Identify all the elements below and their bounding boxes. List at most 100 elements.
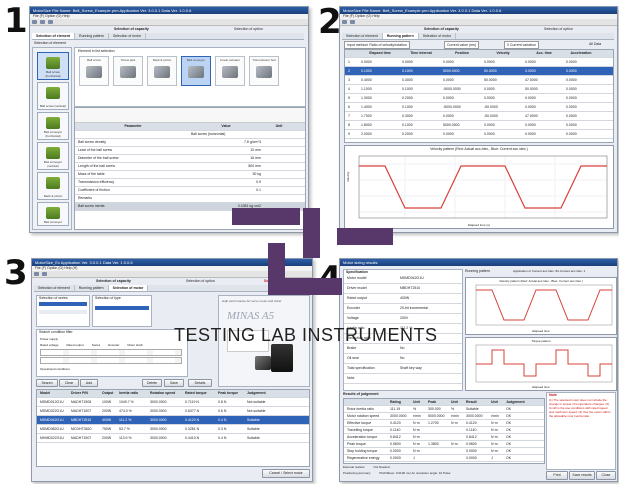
tab-element[interactable]: Selection of element (342, 33, 383, 39)
select-motor-button[interactable]: Cancel / Select motor (262, 469, 310, 478)
palette-item-4[interactable]: Linear actuator (215, 56, 245, 86)
open-file-icon[interactable] (342, 20, 347, 24)
tab-running-pattern[interactable]: Running pattern (75, 285, 109, 291)
table-row[interactable]: Rated output 400W (344, 294, 462, 304)
open-file-icon[interactable] (32, 20, 37, 24)
sidebar-item-5[interactable]: Belt conveyor (37, 202, 69, 226)
sidebar-item-4[interactable]: Rack & pinion (37, 172, 69, 200)
sidebar-item-1[interactable]: Ball screw (vertical) (37, 82, 69, 110)
search-button[interactable]: Search (36, 379, 58, 387)
palette-item-5[interactable]: Transmission belt (249, 56, 279, 86)
table-row[interactable]: Regenerative energy 0.0000 J 0.0000 J OK (344, 455, 544, 462)
cell-value: 10 mm (250, 148, 261, 152)
table-row[interactable]: Ball screw density 7.8 g/cm^3 (75, 139, 305, 147)
all-data-label: All Data (589, 42, 602, 46)
tab-running-pattern[interactable]: Running pattern (75, 33, 109, 39)
table-row[interactable]: Peak torque 0.9600 N·m 1.3800 N·m 0.9600 N·m OK (344, 441, 544, 448)
toolbar (30, 19, 308, 26)
external-resistor-row: External resistor Not Needed (343, 465, 390, 469)
table-row[interactable]: Coefficient of friction 0.1 (75, 187, 305, 195)
table-cell: 200W (102, 436, 112, 440)
tab-running-pattern[interactable]: Running pattern (382, 33, 419, 39)
table-row[interactable]: 5 1.3000 0.2000 0.0000 0.0000 0.0000 0.0000 (345, 94, 613, 103)
type-listbox[interactable] (95, 302, 149, 320)
sidebar-item-2[interactable]: Belt conveyor (horizontal) (37, 112, 69, 140)
print-button[interactable]: Print (546, 471, 568, 480)
screw-jack-icon (120, 66, 136, 78)
table-row[interactable]: Total specification Shaft key way (344, 364, 462, 374)
table-cell: 0.0000 (566, 132, 577, 136)
table-row[interactable]: Voltage 200V (344, 314, 462, 324)
table-row[interactable]: MSMD012G1U MADHT1505 100W 1049.7 % 3000.0000… (37, 398, 309, 407)
series-listbox[interactable] (39, 302, 87, 320)
save-icon[interactable] (40, 20, 45, 24)
table-row[interactable]: 6 1.4000 0.1000 -5000.0000 -50.0000 0.0000 0.0… (345, 103, 613, 112)
table-row[interactable]: 2 0.1000 0.1000 5000.0000 50.0000 0.0000 0.000… (345, 67, 613, 76)
palette-item-3[interactable]: Belt conveyor (181, 56, 211, 86)
table-row[interactable]: Driver model MBDHT2510 (344, 284, 462, 294)
add-button[interactable]: Add (80, 379, 98, 387)
table-cell: Effective torque (347, 421, 372, 425)
palette-item-0[interactable]: Ball screw (79, 56, 109, 86)
header-capacity: Selection of capacity (424, 27, 459, 31)
table-row[interactable]: Motor model MSMD042G1U (344, 274, 462, 284)
table-row[interactable]: 4 1.1000 0.1000 -5000.0000 0.0000 50.0000 0.00… (345, 85, 613, 94)
table-row[interactable]: Encoder 20-bit incremental (344, 304, 462, 314)
clear-button[interactable]: Clear (59, 379, 79, 387)
toolbar (340, 19, 617, 26)
palette-item-2[interactable]: Rack & pinion (147, 56, 177, 86)
variation-select[interactable]: 0 Current variation (504, 41, 539, 49)
table-row[interactable]: 8 1.8000 0.1000 5000.0000 0.0000 0.0000 0.0000 (345, 121, 613, 130)
palette-item-label: Linear actuator (219, 58, 240, 62)
input-method-select[interactable]: Input method: Ratio of velocity/rotation (344, 41, 410, 49)
sidebar-item-0[interactable]: Ball screw (horizontal) (37, 52, 69, 80)
table-row[interactable]: MHMD022G1U MADHT1507 200W 113.9 % 3000.0000 0… (37, 434, 309, 443)
save-button[interactable]: Save (164, 379, 184, 387)
table-row[interactable]: MSMD042G1U MBDHT2510 400W 111.2 % 3000.0000 0… (37, 416, 309, 425)
table-row[interactable]: Acceleration torque 0.8412 N·m 0.8412 N·m OK (344, 434, 544, 441)
details-button[interactable]: Details (188, 379, 212, 387)
palette-item-1[interactable]: Screw jack (113, 56, 143, 86)
table-row[interactable]: 9 2.0000 0.2000 0.0000 0.0000 0.0000 0.0000 (345, 130, 613, 139)
tab-motor[interactable]: Selection of motor (108, 285, 149, 291)
table-row[interactable]: Oil seal No (344, 354, 462, 364)
table-cell: 1.3800 (428, 442, 439, 446)
table-row[interactable]: Diameter of the ball screw 16 mm (75, 155, 305, 163)
table-row[interactable]: Effective torque 0.4120 N·m 1.2700 N·m 0.4120… (344, 420, 544, 427)
table-row[interactable]: Ball screw (horizontal) (75, 131, 305, 139)
table-row[interactable]: 3 0.4000 0.3000 0.0000 50.0000 47.0000 0.0000 (345, 76, 613, 85)
sidebar-item-3[interactable]: Belt conveyor (vertical) (37, 142, 69, 170)
save-icon[interactable] (42, 272, 47, 276)
motor-results-table: Model Driver P/N Output Inertia ratio Rotati… (36, 389, 310, 467)
current-value-select[interactable]: Current value (ms) (444, 41, 479, 49)
tab-element[interactable]: Selection of element (32, 33, 76, 39)
table-row[interactable]: MSMD022G1U MADHT1507 200W 474.0 % 3000.0000 0… (37, 407, 309, 416)
table-row[interactable]: Lead of the ball screw 10 mm (75, 147, 305, 155)
table-row[interactable]: Note (344, 374, 462, 384)
filter-dropdowns[interactable] (40, 349, 182, 356)
linear-actuator-icon (222, 66, 238, 78)
cell-label: Mass of the table (78, 172, 105, 176)
table-row[interactable]: Remarks (75, 195, 305, 203)
close-button[interactable]: Close (596, 471, 616, 480)
open-file-icon[interactable] (34, 272, 39, 276)
filter-dropdowns-2[interactable] (40, 357, 182, 364)
table-row[interactable]: 7 1.7000 0.3000 0.0000 -50.0000 47.0000 0.0000 (345, 112, 613, 121)
tab-motor[interactable]: Selection of motor (419, 33, 456, 39)
table-row[interactable]: Mass of the table 30 kg (75, 171, 305, 179)
table-row[interactable]: MSMD082G1U MCDHT3520 750W 53.7 % 3000.0000 0.… (37, 425, 309, 434)
table-row[interactable]: Motor rotation speed 3000.0000 r/min 5000.0… (344, 413, 544, 420)
print-icon[interactable] (48, 20, 53, 24)
tab-motor[interactable]: Selection of motor (109, 33, 147, 39)
table-row[interactable]: Rotor inertia ratio 111.19% 300.000% Suitab… (344, 406, 544, 413)
save-results-button[interactable]: Save results (569, 471, 595, 480)
tab-element[interactable]: Selection of element (34, 285, 75, 291)
table-row[interactable]: Transmission efficiency 0.9 (75, 179, 305, 187)
table-row[interactable]: Length of the ball screw 800 mm (75, 163, 305, 171)
table-row[interactable]: Stop holding torque 0.0000 N·m 0.0000 N·m OK (344, 448, 544, 455)
save-icon[interactable] (350, 20, 355, 24)
table-row[interactable]: 1 0.0000 0.0000 0.0000 0.0000 0.0000 0.0000 (345, 58, 613, 67)
palette-item-label: Belt conveyor (186, 58, 206, 62)
table-row[interactable]: Travelling torque 0.1140 N·m 0.1140 N·m OK (344, 427, 544, 434)
delete-button[interactable]: Delete (142, 379, 162, 387)
